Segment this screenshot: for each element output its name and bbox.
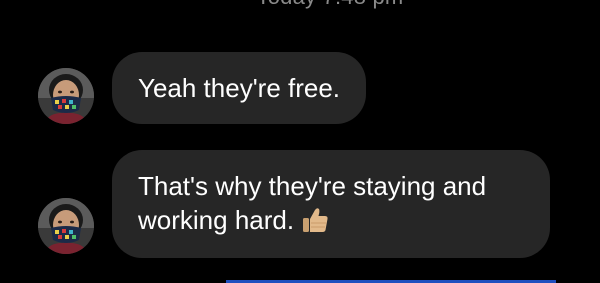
thumbs-up-icon xyxy=(300,205,330,243)
message-text: Yeah they're free. xyxy=(138,73,341,103)
message-text-line-2: working hard. xyxy=(138,203,524,243)
message-bubble[interactable]: Yeah they're free. xyxy=(112,52,367,124)
message-timestamp: Today 7:48 pm xyxy=(0,0,600,10)
avatar[interactable] xyxy=(38,198,94,254)
message-text: working hard. xyxy=(138,205,295,235)
profile-photo-icon xyxy=(38,198,94,254)
message-text-line-1: That's why they're staying and xyxy=(138,171,487,201)
message-bubble[interactable]: That's why they're staying and working h… xyxy=(112,150,550,258)
chat-thread: Today 7:48 pm Yeah they're free. xyxy=(0,0,600,283)
avatar[interactable] xyxy=(38,68,94,124)
profile-photo-icon xyxy=(38,68,94,124)
